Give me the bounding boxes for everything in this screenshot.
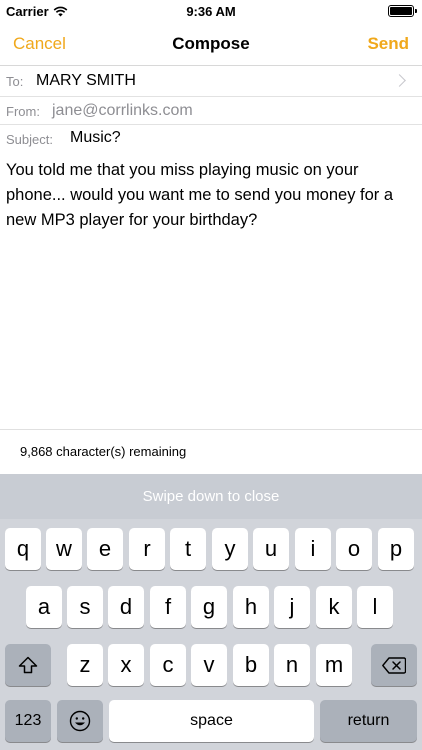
key-i[interactable]: i xyxy=(295,528,331,570)
key-n[interactable]: n xyxy=(274,644,310,686)
message-body-input[interactable]: You told me that you miss playing music … xyxy=(6,158,418,233)
key-x[interactable]: x xyxy=(108,644,144,686)
keyboard-dismiss-bar[interactable]: Swipe down to close xyxy=(0,474,422,519)
return-key[interactable]: return xyxy=(320,700,417,742)
key-w[interactable]: w xyxy=(46,528,82,570)
key-c[interactable]: c xyxy=(150,644,186,686)
key-b[interactable]: b xyxy=(233,644,269,686)
to-label: To: xyxy=(6,74,24,89)
key-f[interactable]: f xyxy=(150,586,186,628)
remaining-label: 9,868 character(s) remaining xyxy=(20,444,187,459)
numbers-key[interactable]: 123 xyxy=(5,700,51,742)
key-q[interactable]: q xyxy=(5,528,41,570)
key-d[interactable]: d xyxy=(108,586,144,628)
key-t[interactable]: t xyxy=(170,528,206,570)
key-g[interactable]: g xyxy=(191,586,227,628)
keyboard-hint-label: Swipe down to close xyxy=(142,488,280,505)
key-y[interactable]: y xyxy=(212,528,248,570)
key-v[interactable]: v xyxy=(191,644,227,686)
key-k[interactable]: k xyxy=(316,586,352,628)
subject-label: Subject: xyxy=(6,132,53,147)
keyboard: Swipe down to close q w e r t y u i o p … xyxy=(0,474,422,750)
subject-input[interactable]: Music? xyxy=(70,129,121,147)
space-key[interactable]: space xyxy=(109,700,314,742)
shift-icon xyxy=(18,656,38,674)
emoji-icon xyxy=(69,710,91,732)
status-time: 9:36 AM xyxy=(186,4,236,19)
key-r[interactable]: r xyxy=(129,528,165,570)
nav-bar: Cancel Compose Send xyxy=(0,24,422,66)
from-label: From: xyxy=(6,104,40,119)
key-o[interactable]: o xyxy=(336,528,372,570)
from-address: jane@corrlinks.com xyxy=(52,102,193,119)
key-p[interactable]: p xyxy=(378,528,414,570)
from-field-row: From: jane@corrlinks.com xyxy=(0,97,422,125)
backspace-icon xyxy=(382,656,406,674)
shift-key[interactable] xyxy=(5,644,51,686)
key-e[interactable]: e xyxy=(87,528,123,570)
emoji-key[interactable] xyxy=(57,700,103,742)
status-bar: Carrier 9:36 AM xyxy=(0,0,422,24)
key-l[interactable]: l xyxy=(357,586,393,628)
key-a[interactable]: a xyxy=(26,586,62,628)
key-z[interactable]: z xyxy=(67,644,103,686)
key-h[interactable]: h xyxy=(233,586,269,628)
battery-icon xyxy=(388,5,417,17)
key-j[interactable]: j xyxy=(274,586,310,628)
key-s[interactable]: s xyxy=(67,586,103,628)
backspace-key[interactable] xyxy=(371,644,417,686)
subject-field-row[interactable]: Subject: Music? xyxy=(0,125,422,153)
chevron-right-icon[interactable] xyxy=(393,74,406,87)
character-counter: 9,868 character(s) remaining xyxy=(0,429,422,474)
key-m[interactable]: m xyxy=(316,644,352,686)
cancel-button[interactable]: Cancel xyxy=(13,34,66,54)
send-button[interactable]: Send xyxy=(367,34,409,54)
key-u[interactable]: u xyxy=(253,528,289,570)
to-recipient[interactable]: MARY SMITH xyxy=(36,72,136,90)
to-field-row[interactable]: To: MARY SMITH xyxy=(0,66,422,97)
